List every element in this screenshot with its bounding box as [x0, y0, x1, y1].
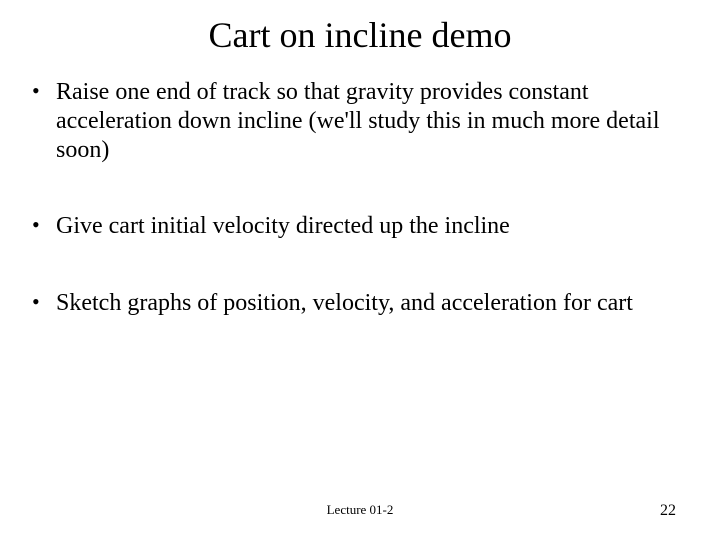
bullet-item: Give cart initial velocity directed up t…	[28, 212, 692, 241]
slide-title: Cart on incline demo	[0, 0, 720, 56]
footer-page-number: 22	[660, 502, 676, 520]
bullet-item: Sketch graphs of position, velocity, and…	[28, 289, 692, 318]
bullet-list: Raise one end of track so that gravity p…	[28, 78, 692, 318]
slide: Cart on incline demo Raise one end of tr…	[0, 0, 720, 540]
footer-lecture-label: Lecture 01-2	[0, 502, 720, 518]
bullet-item: Raise one end of track so that gravity p…	[28, 78, 692, 164]
slide-body: Raise one end of track so that gravity p…	[0, 56, 720, 318]
